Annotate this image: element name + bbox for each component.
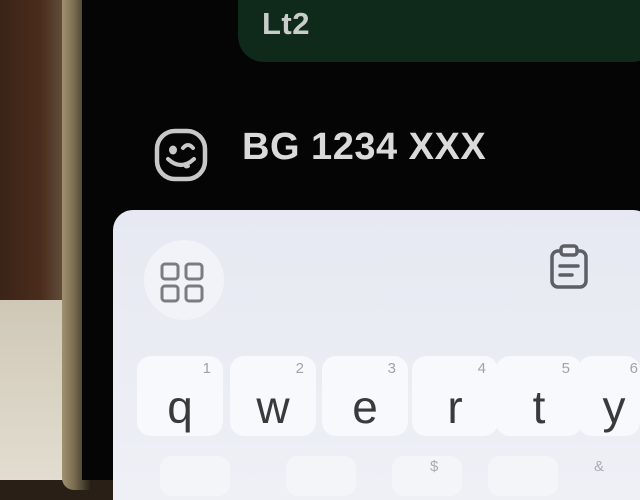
- key-r[interactable]: 4 r: [412, 356, 498, 436]
- key-letter: y: [602, 381, 626, 433]
- key-e[interactable]: 3 e: [322, 356, 408, 436]
- key-number-hint: 6: [629, 360, 638, 377]
- key-partial[interactable]: [160, 456, 230, 496]
- key-symbol-hint: &: [594, 458, 605, 475]
- key-partial[interactable]: [392, 456, 462, 496]
- key-y[interactable]: 6 y: [578, 356, 640, 436]
- key-number-hint: 5: [561, 360, 570, 377]
- key-letter: e: [352, 381, 378, 433]
- key-letter: r: [447, 381, 463, 433]
- key-number-hint: 4: [477, 360, 486, 377]
- key-t[interactable]: 5 t: [496, 356, 582, 436]
- key-number-hint: 2: [295, 360, 304, 377]
- key-letter: q: [167, 381, 193, 433]
- key-w[interactable]: 2 w: [230, 356, 316, 436]
- message-input[interactable]: BG 1234 XXX: [242, 126, 486, 169]
- key-letter: t: [532, 381, 546, 433]
- key-number-hint: 1: [202, 360, 211, 377]
- photo-background-wall: [0, 300, 70, 480]
- key-partial[interactable]: [488, 456, 558, 496]
- clipboard-icon[interactable]: [546, 244, 592, 290]
- key-letter: w: [256, 381, 290, 433]
- emoji-icon[interactable]: [152, 126, 210, 184]
- key-number-hint: 3: [387, 360, 396, 377]
- key-symbol-hint: $: [430, 458, 439, 475]
- grid-icon: [160, 262, 204, 303]
- key-partial[interactable]: [286, 456, 356, 496]
- key-q[interactable]: 1 q: [137, 356, 223, 436]
- sent-message-text: Lt2: [262, 6, 310, 41]
